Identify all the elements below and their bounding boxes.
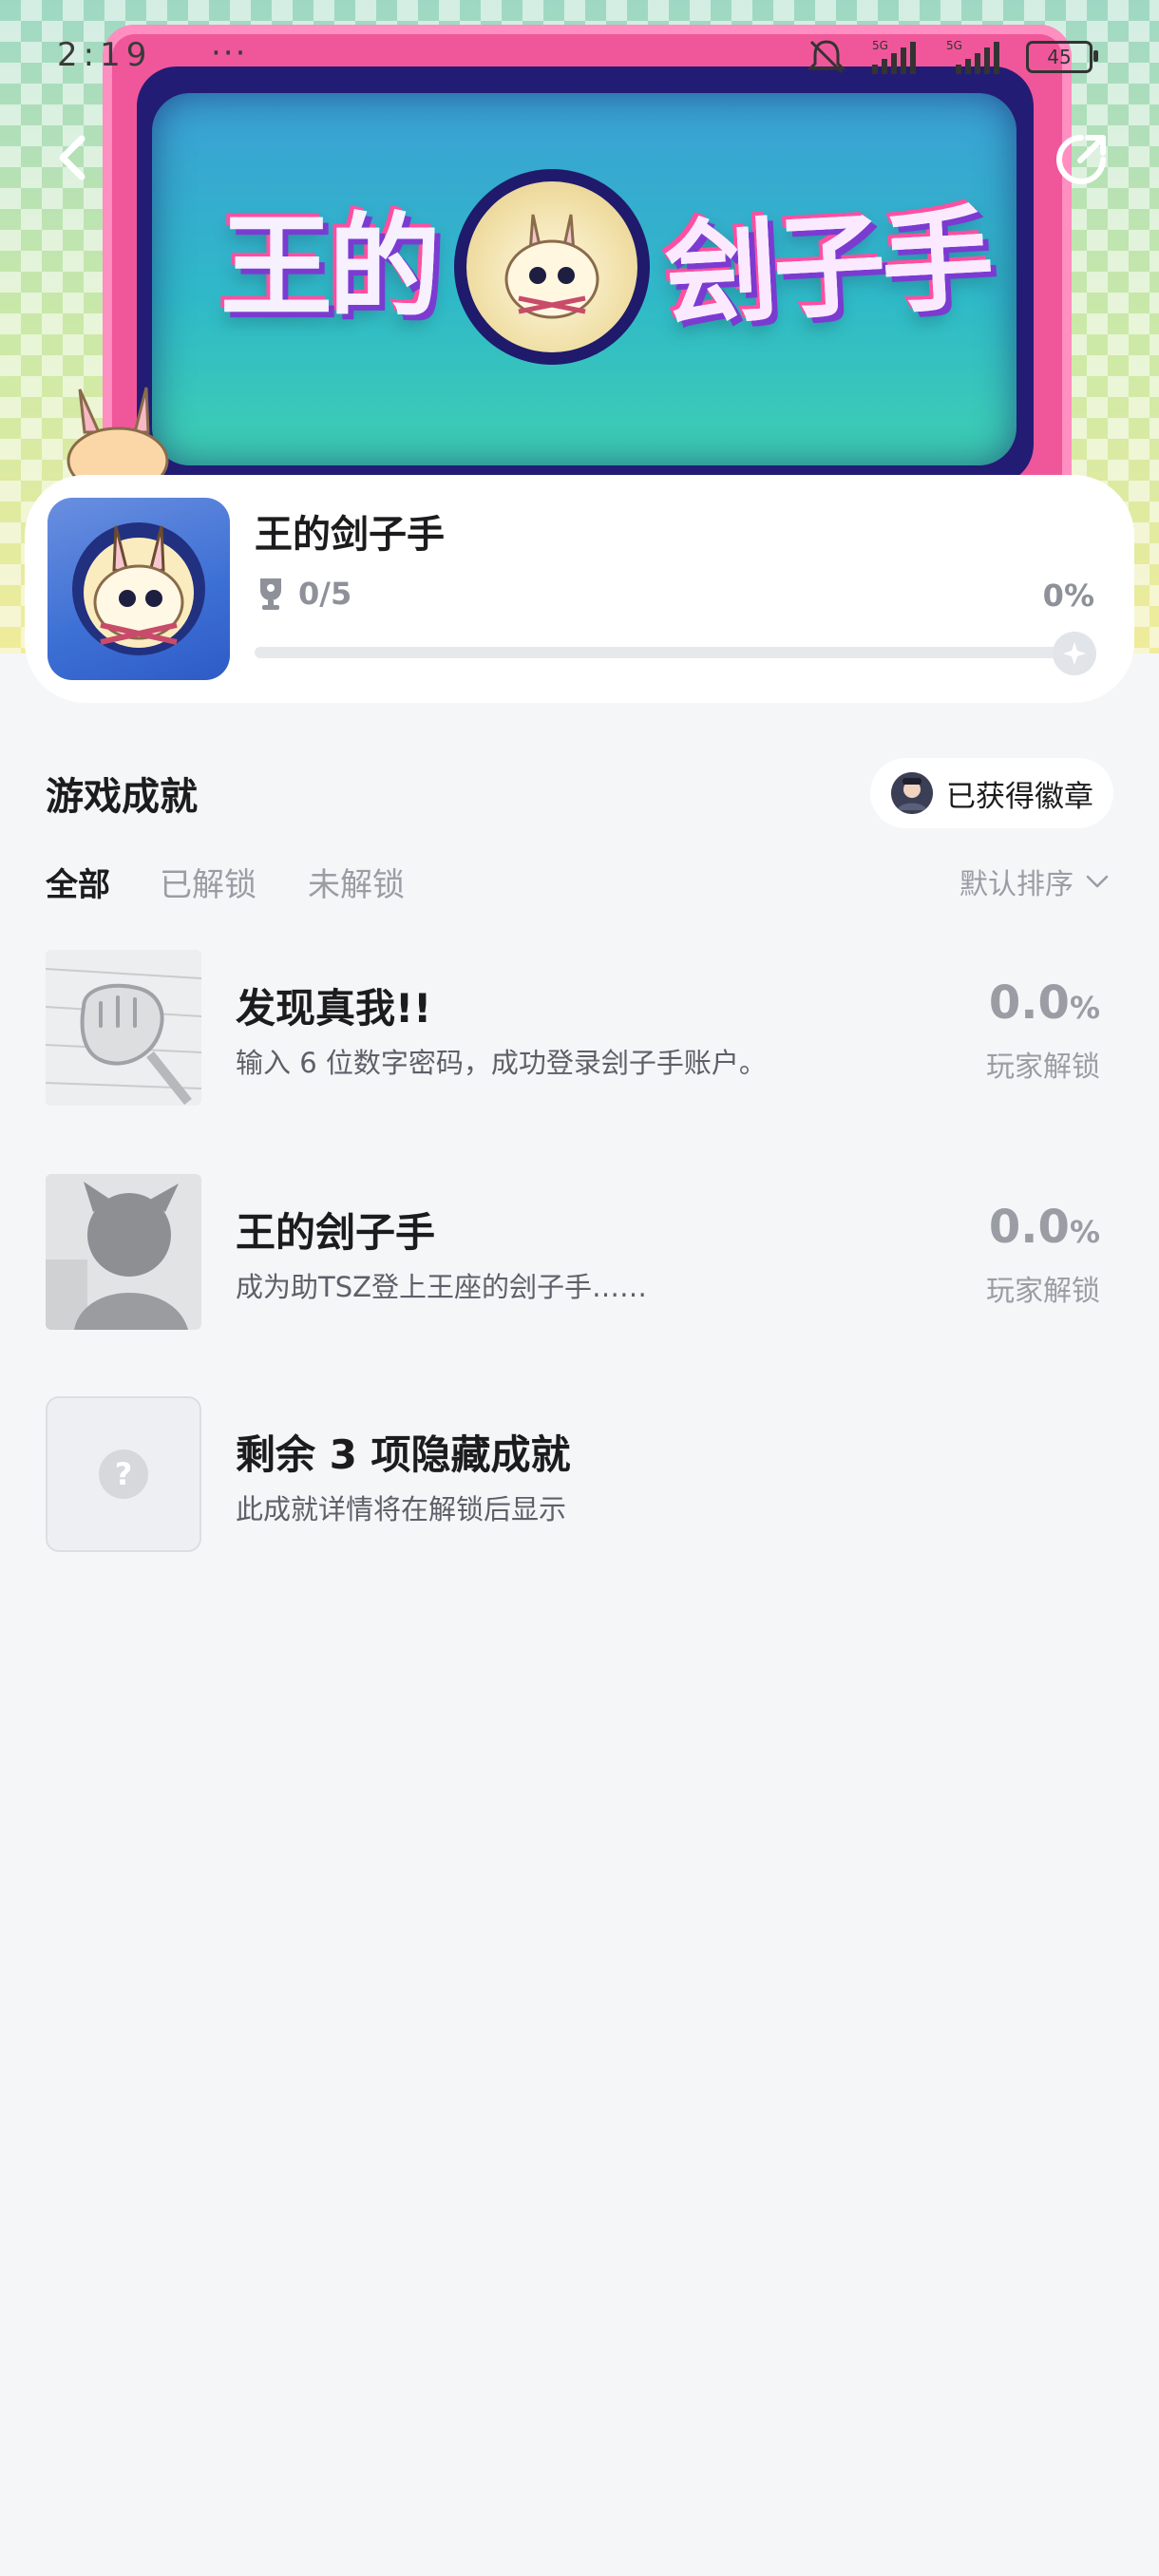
tab-unlocked[interactable]: 已解锁: [160, 859, 256, 905]
achievement-thumbnail: [46, 1174, 201, 1330]
battery-icon: 45: [1026, 41, 1098, 73]
achievement-title: 发现真我!!: [236, 985, 432, 1032]
game-icon[interactable]: [48, 498, 230, 680]
achievement-row[interactable]: 王的刽子手 成为助TSZ登上王座的刽子手…… 0.0% 玩家解锁: [0, 1174, 1159, 1332]
achievements-section-title: 游戏成就: [46, 775, 198, 819]
achievement-rate-unit: %: [1069, 990, 1100, 1026]
hidden-achievements-row[interactable]: ? 剩余 3 项隐藏成就 此成就详情将在解锁后显示: [0, 1396, 1159, 1554]
avatar: [891, 772, 933, 814]
achievement-rate-label: 玩家解锁: [986, 1051, 1100, 1084]
status-bar: 2:19 ··· 5G 5G 45: [0, 0, 1159, 114]
hidden-achievements-description: 此成就详情将在解锁后显示: [236, 1493, 567, 1525]
achievement-rate-value: 0.0: [988, 1201, 1070, 1254]
status-more-dots: ···: [211, 34, 248, 72]
achievement-rate-unit: %: [1069, 1214, 1100, 1250]
trophy-count: 0/5: [298, 576, 352, 612]
progress-goal-marker: [1053, 632, 1096, 675]
question-mark-icon: ?: [99, 1449, 148, 1499]
bell-muted-icon: [807, 40, 846, 74]
user-avatar-icon: [891, 772, 933, 814]
game-mascot-icon: [72, 522, 205, 655]
banner-emblem: [454, 169, 650, 365]
mascot-icon: [504, 214, 599, 319]
sort-dropdown[interactable]: 默认排序: [960, 861, 1110, 902]
achievement-rate-label: 玩家解锁: [986, 1275, 1100, 1308]
share-button[interactable]: [1051, 129, 1112, 190]
tab-all[interactable]: 全部: [46, 859, 110, 905]
question-mark-glyph: ?: [115, 1456, 133, 1492]
progress-percent: 0%: [1042, 578, 1094, 614]
achievement-description: 输入 6 位数字密码，成功登录刽子手账户。: [236, 1047, 767, 1079]
hidden-achievement-thumbnail: ?: [46, 1396, 201, 1552]
achievement-thumbnail: [46, 950, 201, 1106]
hidden-achievements-title: 剩余 3 项隐藏成就: [236, 1431, 571, 1478]
svg-text:5G: 5G: [872, 39, 888, 52]
character-portrait-icon: [46, 1174, 201, 1330]
back-button[interactable]: [44, 129, 101, 186]
game-summary-card: 王的剑子手 0/5 0%: [25, 475, 1134, 703]
signal-5g-icon: 5G: [872, 39, 916, 74]
sparkle-icon: [1063, 642, 1086, 665]
status-time: 2:19: [57, 36, 153, 74]
trophy-progress: 0/5: [256, 576, 352, 612]
chevron-down-icon: [1086, 875, 1109, 888]
earned-badges-label: 已获得徽章: [946, 779, 1093, 814]
achievement-rate-value: 0.0: [988, 976, 1070, 1030]
sort-label: 默认排序: [960, 868, 1074, 901]
fist-sketch-icon: [46, 950, 201, 1106]
chevron-left-icon: [59, 135, 86, 180]
achievement-title: 王的刽子手: [236, 1209, 436, 1256]
banner-logo-right: 刽子手: [661, 193, 994, 341]
signal-5g-icon-2: 5G: [946, 39, 999, 74]
achievement-description: 成为助TSZ登上王座的刽子手……: [236, 1271, 647, 1303]
achievement-row[interactable]: 发现真我!! 输入 6 位数字密码，成功登录刽子手账户。 0.0% 玩家解锁: [0, 950, 1159, 1108]
share-icon: [1056, 135, 1106, 184]
banner-logo-left: 王的: [220, 201, 441, 332]
achievement-unlock-rate: 0.0%: [989, 976, 1100, 1030]
svg-text:5G: 5G: [946, 39, 962, 52]
trophy-icon: [260, 578, 281, 610]
achievement-unlock-rate: 0.0%: [989, 1201, 1100, 1254]
corner-mascot-icon: [66, 387, 169, 484]
tab-locked[interactable]: 未解锁: [308, 859, 405, 905]
status-icons: 5G 5G 45: [806, 38, 1098, 76]
game-title: 王的剑子手: [255, 513, 445, 557]
progress-bar: [255, 647, 1081, 658]
battery-level: 45: [1047, 46, 1072, 68]
earned-badges-button[interactable]: 已获得徽章: [870, 758, 1113, 828]
